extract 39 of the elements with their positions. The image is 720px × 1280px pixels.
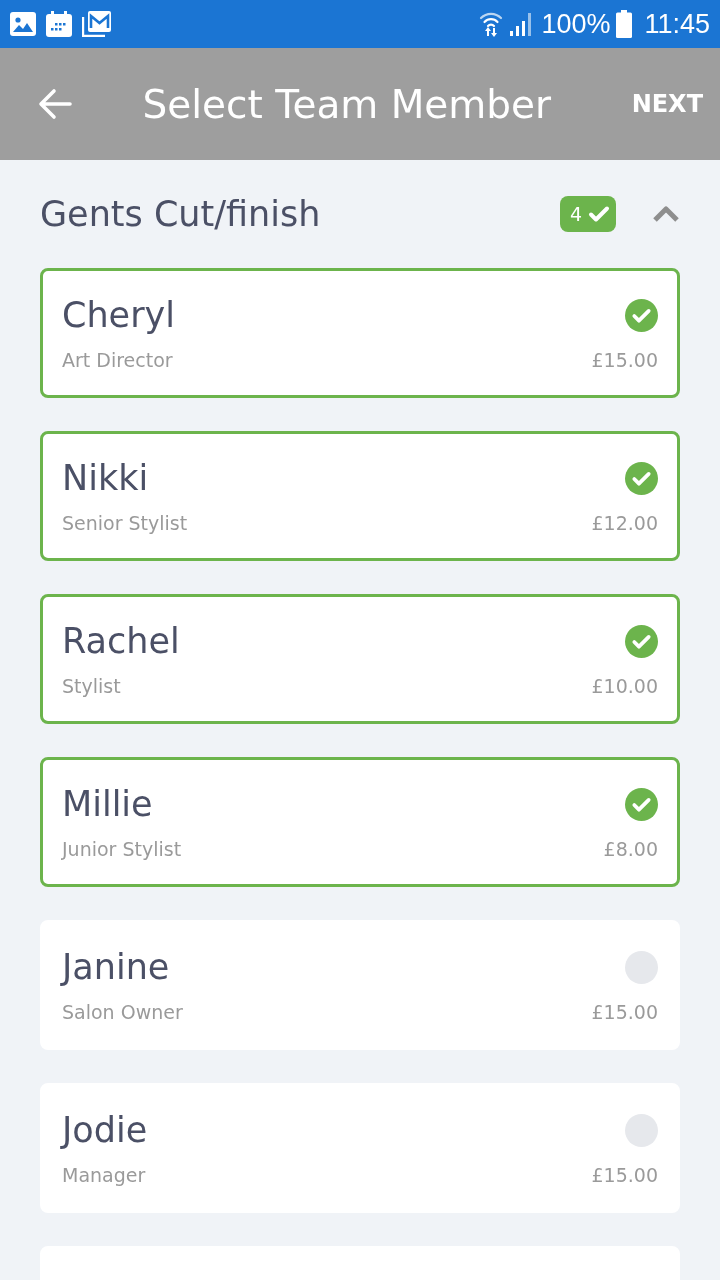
member-name: Jodie xyxy=(62,1110,148,1150)
battery-percent: 100% xyxy=(541,10,611,38)
member-name: Janine xyxy=(62,947,170,987)
image-icon xyxy=(10,12,36,36)
member-role: Junior Stylist xyxy=(62,838,182,860)
member-price: £15.00 xyxy=(591,1001,658,1023)
mail-stack-icon xyxy=(82,11,111,37)
member-name: Nikki xyxy=(62,458,149,498)
team-member-card[interactable]: Jodie Manager £15.00 xyxy=(40,1083,680,1213)
check-icon xyxy=(588,205,610,223)
member-price: £8.00 xyxy=(603,838,658,860)
member-role: Salon Owner xyxy=(62,1001,183,1023)
team-member-card[interactable]: Nikki Senior Stylist £12.00 xyxy=(40,431,680,561)
team-member-card[interactable]: Rachel Stylist £10.00 xyxy=(40,594,680,724)
back-arrow-icon xyxy=(38,88,72,120)
collapse-toggle-button[interactable] xyxy=(652,205,680,223)
member-price: £10.00 xyxy=(591,675,658,697)
chevron-up-icon xyxy=(652,205,680,223)
member-name: Millie xyxy=(62,784,153,824)
team-member-card[interactable]: Janine Salon Owner £15.00 xyxy=(40,920,680,1050)
service-title: Gents Cut/finish xyxy=(40,194,322,234)
member-role: Stylist xyxy=(62,675,121,697)
member-role: Art Director xyxy=(62,349,173,371)
team-member-card[interactable]: Cheryl Art Director £15.00 xyxy=(40,268,680,398)
battery-icon xyxy=(616,10,633,38)
member-role: Senior Stylist xyxy=(62,512,188,534)
clock-time: 11:45 xyxy=(644,10,710,38)
member-role: Manager xyxy=(62,1164,146,1186)
calendar-icon xyxy=(46,11,72,37)
back-arrow-button[interactable] xyxy=(38,88,72,120)
team-member-card[interactable]: Millie Junior Stylist £8.00 xyxy=(40,757,680,887)
screen-title: Select Team Member xyxy=(141,81,553,127)
selected-count: 4 xyxy=(569,203,582,225)
wifi-icon xyxy=(479,11,504,37)
member-price: £15.00 xyxy=(591,1164,658,1186)
member-price: £12.00 xyxy=(591,512,658,534)
member-price: £15.00 xyxy=(591,349,658,371)
member-name: Rachel xyxy=(62,621,180,661)
member-name: Cheryl xyxy=(62,295,175,335)
